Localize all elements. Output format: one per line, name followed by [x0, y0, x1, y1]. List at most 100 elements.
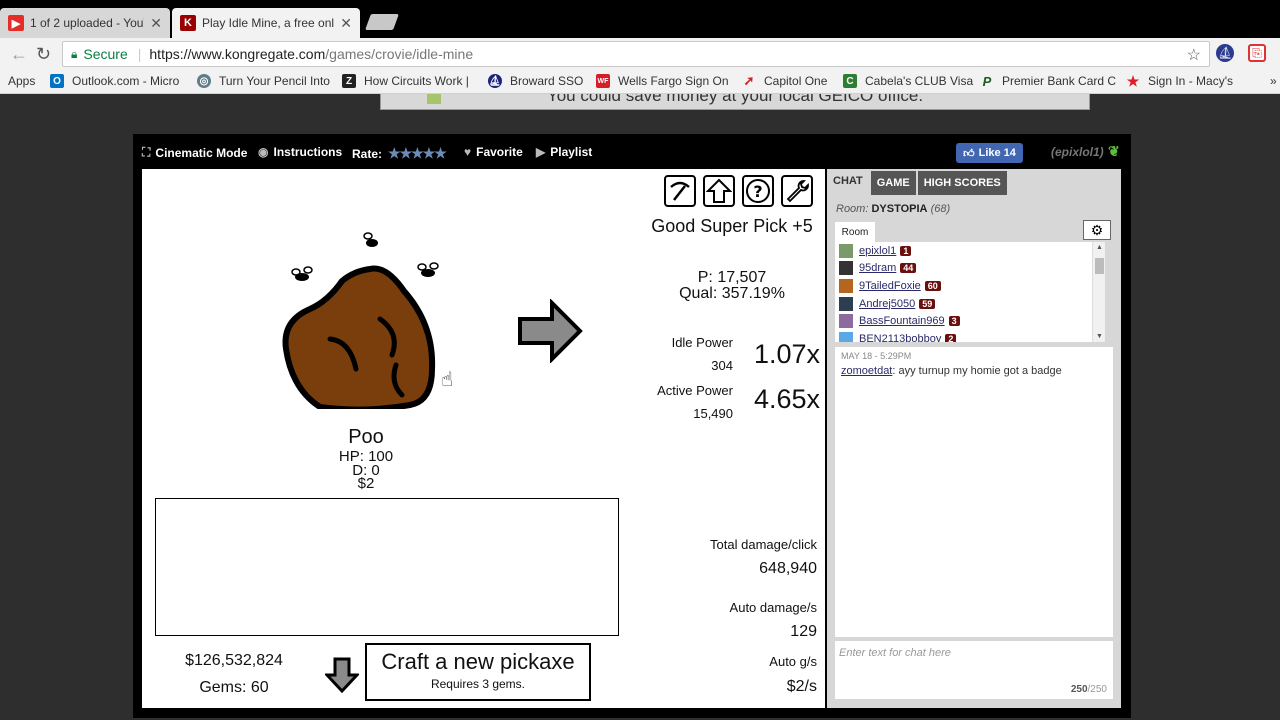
thumbs-up-icon: 👍︎ [963, 147, 975, 160]
room-prefix: Room: [836, 203, 869, 215]
user-level-badge: 59 [919, 298, 936, 309]
ad-banner[interactable]: You could save money at your local GEICO… [380, 94, 1090, 110]
url-path: /games/crovie/idle-mine [325, 46, 474, 62]
bookmark-label: Sign In - Macy's [1148, 74, 1233, 88]
tab-kongregate[interactable]: K Play Idle Mine, a free online game ✕ [172, 8, 360, 38]
user-list-scrollbar[interactable]: ▲ ▼ [1092, 242, 1105, 342]
tab-title: 1 of 2 uploaded - YouTube [30, 16, 144, 30]
chat-message: zomoetdat: ayy turnup my homie got a bad… [841, 365, 1062, 377]
more-bookmarks-button[interactable]: » [1270, 74, 1277, 88]
tab-chat[interactable]: CHAT [827, 169, 869, 193]
room-tab[interactable]: Room [835, 222, 875, 242]
lock-icon: 🔒︎ [71, 46, 78, 61]
user-level-badge: 3 [948, 316, 960, 327]
bookmark-premier[interactable]: P Premier Bank Card C [980, 74, 1117, 89]
user-row[interactable]: BEN2113bobboy 2 [835, 330, 1105, 342]
message-text: : ayy turnup my homie got a badge [892, 365, 1062, 377]
next-ore-arrow-icon[interactable] [518, 299, 584, 363]
game-toolbar: ⛶ Cinematic Mode ◉ Instructions Rate: ★★… [133, 134, 1131, 168]
fly-icon [363, 232, 378, 247]
leaf-icon: ❦ [1108, 143, 1120, 159]
auto-gs-value: $2/s [786, 678, 817, 695]
auto-damage-value: 129 [790, 623, 817, 640]
tab-game[interactable]: GAME [870, 171, 916, 195]
avatar [839, 296, 853, 311]
bookmark-cabelas[interactable]: C Cabela's CLUB Visa [843, 74, 973, 88]
ore-value: $2 [357, 475, 375, 492]
game-canvas[interactable]: ? Good Super Pick +5 P: 17,507 Qual: 357… [142, 169, 825, 708]
favorite-button[interactable]: ♥ Favorite [464, 145, 523, 159]
bookmark-macys[interactable]: ★ Sign In - Macy's [1126, 72, 1233, 89]
user-row[interactable]: 9TailedFoxie 60 [835, 277, 1105, 295]
svg-text:?: ? [753, 182, 762, 201]
craft-pickaxe-button[interactable]: Craft a new pickaxe Requires 3 gems. [365, 643, 591, 701]
tab-youtube[interactable]: ▶ 1 of 2 uploaded - YouTube ✕ [0, 8, 170, 38]
help-icon[interactable]: ? [742, 175, 774, 207]
new-tab-button[interactable] [365, 14, 399, 30]
user-row[interactable]: 95dram 44 [835, 260, 1105, 278]
reload-icon[interactable]: ↻ [36, 44, 51, 65]
user-name[interactable]: epixlol1 [859, 245, 896, 257]
bookmark-circuits[interactable]: Z How Circuits Work | [342, 74, 469, 88]
close-tab-icon[interactable]: ✕ [340, 15, 352, 32]
user-level-badge: 1 [900, 245, 912, 256]
user-name[interactable]: Andrej5050 [859, 298, 915, 310]
close-tab-icon[interactable]: ✕ [150, 15, 162, 32]
message-author[interactable]: zomoetdat [841, 365, 892, 377]
kongregate-icon: K [180, 15, 196, 31]
bookmark-broward[interactable]: ⛵︎ Broward SSO [488, 74, 583, 88]
upgrade-arrow-icon[interactable] [703, 175, 735, 207]
scroll-down-icon[interactable]: ▼ [1096, 333, 1103, 340]
instructions-icon: ◉ [258, 145, 269, 159]
star-icon: ★ [1126, 72, 1140, 89]
facebook-like-button[interactable]: 👍︎ Like 14 [956, 143, 1023, 163]
ore-name: Poo [348, 426, 384, 448]
bookmark-star-icon[interactable]: ☆ [1187, 45, 1201, 65]
outlook-icon: O [50, 74, 64, 88]
avatar [839, 243, 853, 258]
wrench-icon[interactable] [781, 175, 813, 207]
room-info: Room: DYSTOPIA (68) [836, 203, 950, 215]
fullscreen-icon: ⛶ [142, 145, 151, 159]
gems-display: Gems: 60 [199, 679, 269, 696]
address-bar[interactable]: 🔒︎ Secure | https://www.kongregate.com /… [62, 41, 1210, 67]
bookmark-pencil[interactable]: ◎ Turn Your Pencil Into [197, 74, 330, 88]
user-name[interactable]: 95dram [859, 262, 896, 274]
rating-stars[interactable]: ★★★★★ [388, 145, 447, 162]
bookmark-label: Premier Bank Card C [1002, 74, 1117, 88]
bookmark-apps[interactable]: Apps [8, 74, 35, 88]
pickaxe-icon[interactable] [664, 175, 696, 207]
user-name[interactable]: BEN2113bobboy [859, 333, 941, 342]
user-name[interactable]: 9TailedFoxie [859, 280, 921, 292]
sailboat-extension-icon[interactable]: ⛵︎ [1216, 44, 1234, 62]
playlist-button[interactable]: ▶ Playlist [536, 145, 592, 159]
lastpass-extension-icon[interactable]: ⎘ [1248, 44, 1266, 62]
cinematic-mode-button[interactable]: ⛶ Cinematic Mode [142, 145, 247, 160]
chat-input[interactable]: Enter text for chat here 250/250 [835, 641, 1113, 699]
back-icon[interactable]: ← [10, 44, 28, 65]
money-display: $126,532,824 [185, 652, 283, 669]
auto-damage-label: Auto damage/s [729, 600, 817, 615]
chat-settings-button[interactable]: ⚙ [1083, 220, 1111, 240]
username-label[interactable]: (epixlol1) [1051, 145, 1104, 159]
scrollbar-thumb[interactable] [1095, 258, 1104, 274]
pickaxe-power: P: 17,507 [697, 269, 767, 286]
avatar [839, 278, 853, 293]
tab-high-scores[interactable]: HIGH SCORES [917, 171, 1007, 195]
user-row[interactable]: epixlol1 1 [835, 242, 1105, 260]
instructions-button[interactable]: ◉ Instructions [258, 145, 342, 159]
bookmark-outlook[interactable]: O Outlook.com - Micro [50, 74, 179, 88]
user-name[interactable]: BassFountain969 [859, 315, 945, 327]
rate-label: Rate: [352, 146, 383, 161]
down-arrow-icon[interactable] [325, 657, 359, 693]
bookmarks-bar: Apps O Outlook.com - Micro ◎ Turn Your P… [0, 70, 1280, 94]
bookmark-capitolone[interactable]: ➚ Capitol One [742, 73, 828, 88]
ore-rock[interactable] [282, 229, 452, 409]
scroll-up-icon[interactable]: ▲ [1096, 244, 1103, 251]
avatar [839, 261, 853, 276]
bookmark-wellsfargo[interactable]: WF Wells Fargo Sign On [596, 74, 729, 88]
craft-requirement: Requires 3 gems. [430, 677, 526, 691]
user-row[interactable]: BassFountain969 3 [835, 312, 1105, 330]
user-row[interactable]: Andrej5050 59 [835, 295, 1105, 313]
idle-power-label: Idle Power [671, 335, 733, 350]
